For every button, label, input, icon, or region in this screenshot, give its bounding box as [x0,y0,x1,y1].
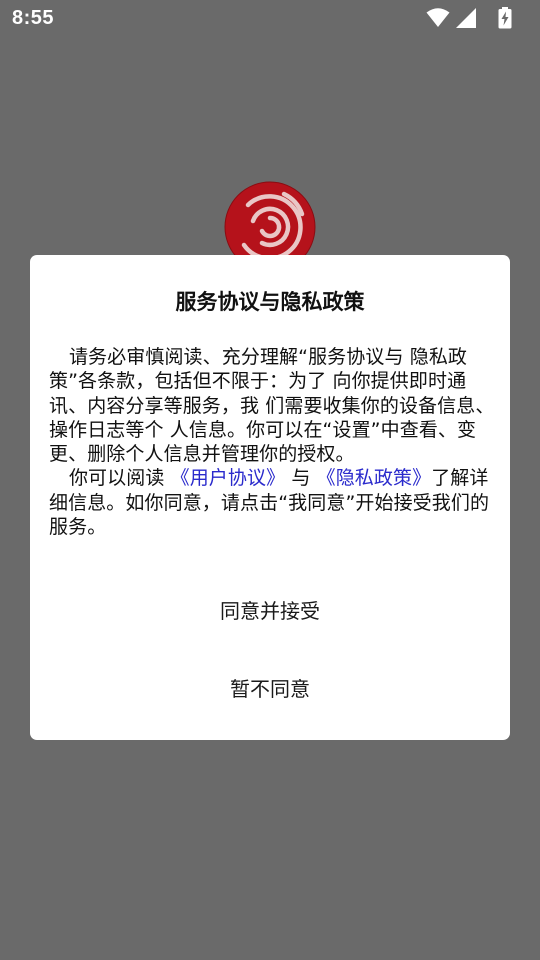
status-bar: 8:55 [0,0,540,38]
decline-button[interactable]: 暂不同意 [30,667,510,711]
agreement-paragraph: 请务必审慎阅读、充分理解“服务协议与 隐私政策”各条款，包括但不限于：为了 向你… [49,346,495,466]
links-paragraph: 你可以阅读 《用户协议》 与 《隐私政策》了解详细信息。如你同意，请点击“我同意… [49,466,497,539]
wifi-icon [426,8,450,27]
dialog-body: 请务必审慎阅读、充分理解“服务协议与 隐私政策”各条款，包括但不限于：为了 向你… [49,345,497,539]
privacy-policy-link[interactable]: 《隐私政策》 [317,467,432,489]
dialog-title: 服务协议与隐私政策 [175,290,365,314]
privacy-dialog: 服务协议与隐私政策 请务必审慎阅读、充分理解“服务协议与 隐私政策”各条款，包括… [30,255,510,740]
links-prefix-text: 你可以阅读 [68,467,165,490]
cellular-signal-icon [456,8,476,28]
accept-button[interactable]: 同意并接受 [30,589,510,633]
user-agreement-link[interactable]: 《用户协议》 [171,467,286,489]
links-and-text: 与 [291,467,311,490]
battery-charging-icon [498,7,512,29]
status-time: 8:55 [12,7,55,29]
